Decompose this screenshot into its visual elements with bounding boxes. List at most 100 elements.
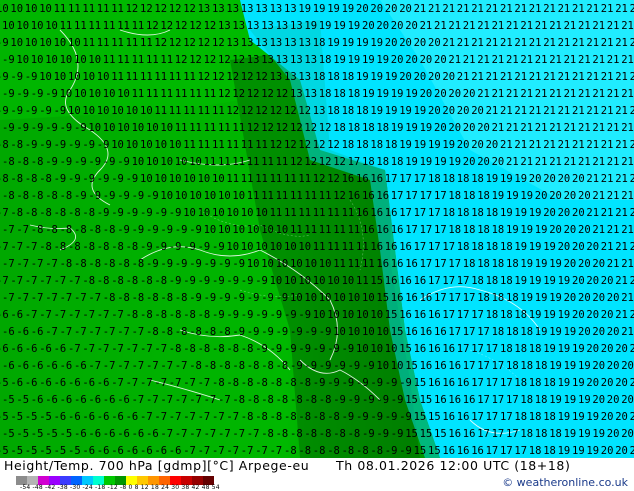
temperature-value-label: -8 [82,275,95,287]
temperature-value-label: -9 [298,343,311,355]
temperature-value-label: 21 [578,88,591,100]
temperature-value-label: 19 [572,377,585,389]
temperature-value-label: 19 [385,71,398,83]
temperature-value-label: 11 [298,207,311,219]
temperature-value-label: 19 [356,71,369,83]
temperature-value-label: 12 [212,71,225,83]
temperature-value-label: -9 [25,105,38,117]
temperature-value-label: -6 [82,411,95,423]
temperature-value-label: 20 [592,258,605,270]
temperature-value-label: 17 [391,190,404,202]
temperature-value-label: -8 [25,173,38,185]
temperature-value-label: -9 [82,173,95,185]
temperature-value-label: 10 [204,224,217,236]
temperature-value-label: 21 [592,20,605,32]
temperature-value-label: 18 [535,360,548,372]
temperature-value-label: -7 [241,445,254,457]
temperature-value-label: -8 [298,445,311,457]
temperature-value-label: -9 [189,224,202,236]
temperature-value-label: 19 [535,292,548,304]
temperature-value-label: 11 [270,173,283,185]
temperature-value-label: 11 [304,190,317,202]
temperature-value-label: 15 [414,377,427,389]
temperature-value-label: -9 [82,139,95,151]
temperature-value-label: -6 [154,445,167,457]
temperature-value-label: 16 [442,343,455,355]
temperature-value-label: 19 [543,275,556,287]
temperature-value-label: 19 [535,326,548,338]
temperature-value-label: -8 [132,258,145,270]
temperature-value-label: 10 [298,275,311,287]
temperature-value-label: 10 [255,207,268,219]
temperature-value-label: 11 [132,54,145,66]
temperature-value-label: 19 [558,309,571,321]
temperature-value-label: 20 [621,428,634,440]
temperature-value-label: -9 [232,326,245,338]
footer: Height/Temp. 700 hPa [gdmp][°C] Arpege-e… [0,458,634,491]
temperature-value-label: -8 [226,343,239,355]
temperature-value-label: 15 [405,360,418,372]
temperature-value-label: 11 [146,54,159,66]
temperature-value-label: 11 [356,241,369,253]
temperature-value-label: 11 [342,241,355,253]
temperature-value-label: 20 [428,71,441,83]
temperature-value-label: 16 [457,411,470,423]
temperature-value-label: 19 [506,190,519,202]
temperature-value-label: 16 [448,428,461,440]
chart-title: Height/Temp. 700 hPa [gdmp][°C] Arpege-e… [4,458,310,473]
temperature-value-label: 17 [463,326,476,338]
temperature-value-label: 10 [39,37,52,49]
temperature-value-label: 21 [492,88,505,100]
temperature-value-label: -9 [45,156,58,168]
temperature-value-label: -8 [82,241,95,253]
temperature-value-label: -8 [140,275,153,287]
temperature-value-label: -9 [140,207,153,219]
temperature-value-label: 21 [630,275,634,287]
temperature-value-label: -8 [304,428,317,440]
temperature-value-label: 11 [154,71,167,83]
temperature-value-label: 21 [486,3,499,15]
temperature-value-label: 21 [621,122,634,134]
temperature-value-label: 21 [621,156,634,168]
temperature-value-label: 18 [529,445,542,457]
temperature-value-label: -9 [16,88,29,100]
temperature-value-label: 10 [255,241,268,253]
temperature-value-label: 16 [348,190,361,202]
temperature-value-label: -6 [25,377,38,389]
temperature-value-label: -9 [132,190,145,202]
temperature-value-label: -7 [146,360,159,372]
temperature-value-label: 18 [529,411,542,423]
temperature-value-label: 18 [362,122,375,134]
temperature-value-label: 19 [549,394,562,406]
temperature-value-label: -9 [140,241,153,253]
temperature-value-label: -7 [146,394,159,406]
temperature-value-label: 11 [356,275,369,287]
temperature-value-label: 18 [342,139,355,151]
temperature-value-label: 21 [564,20,577,32]
temperature-value-label: -6 [54,411,67,423]
temperature-value-label: 10 [391,360,404,372]
temperature-value-label: 11 [226,139,239,151]
temperature-value-label: 11 [160,54,173,66]
temperature-value-label: 18 [448,190,461,202]
temperature-value-label: 11 [175,122,188,134]
temperature-value-label: 21 [549,156,562,168]
temperature-value-label: 10 [111,139,124,151]
temperature-value-label: -8 [103,292,116,304]
temperature-value-label: 16 [448,360,461,372]
temperature-value-label: 21 [428,3,441,15]
temperature-value-label: 11 [126,71,139,83]
temperature-value-label: 20 [457,105,470,117]
temperature-value-label: -7 [111,377,124,389]
temperature-value-label: 16 [370,241,383,253]
temperature-value-label: 11 [183,71,196,83]
temperature-value-label: 21 [514,139,527,151]
temperature-value-label: 21 [514,37,527,49]
temperature-value-label: 12 [218,88,231,100]
temperature-value-label: -8 [212,377,225,389]
temperature-value-label: 10 [146,122,159,134]
temperature-value-label: -6 [117,428,130,440]
credit-link[interactable]: © weatheronline.co.uk [502,476,628,489]
temperature-value-label: 16 [405,258,418,270]
temperature-value-label: -8 [175,326,188,338]
